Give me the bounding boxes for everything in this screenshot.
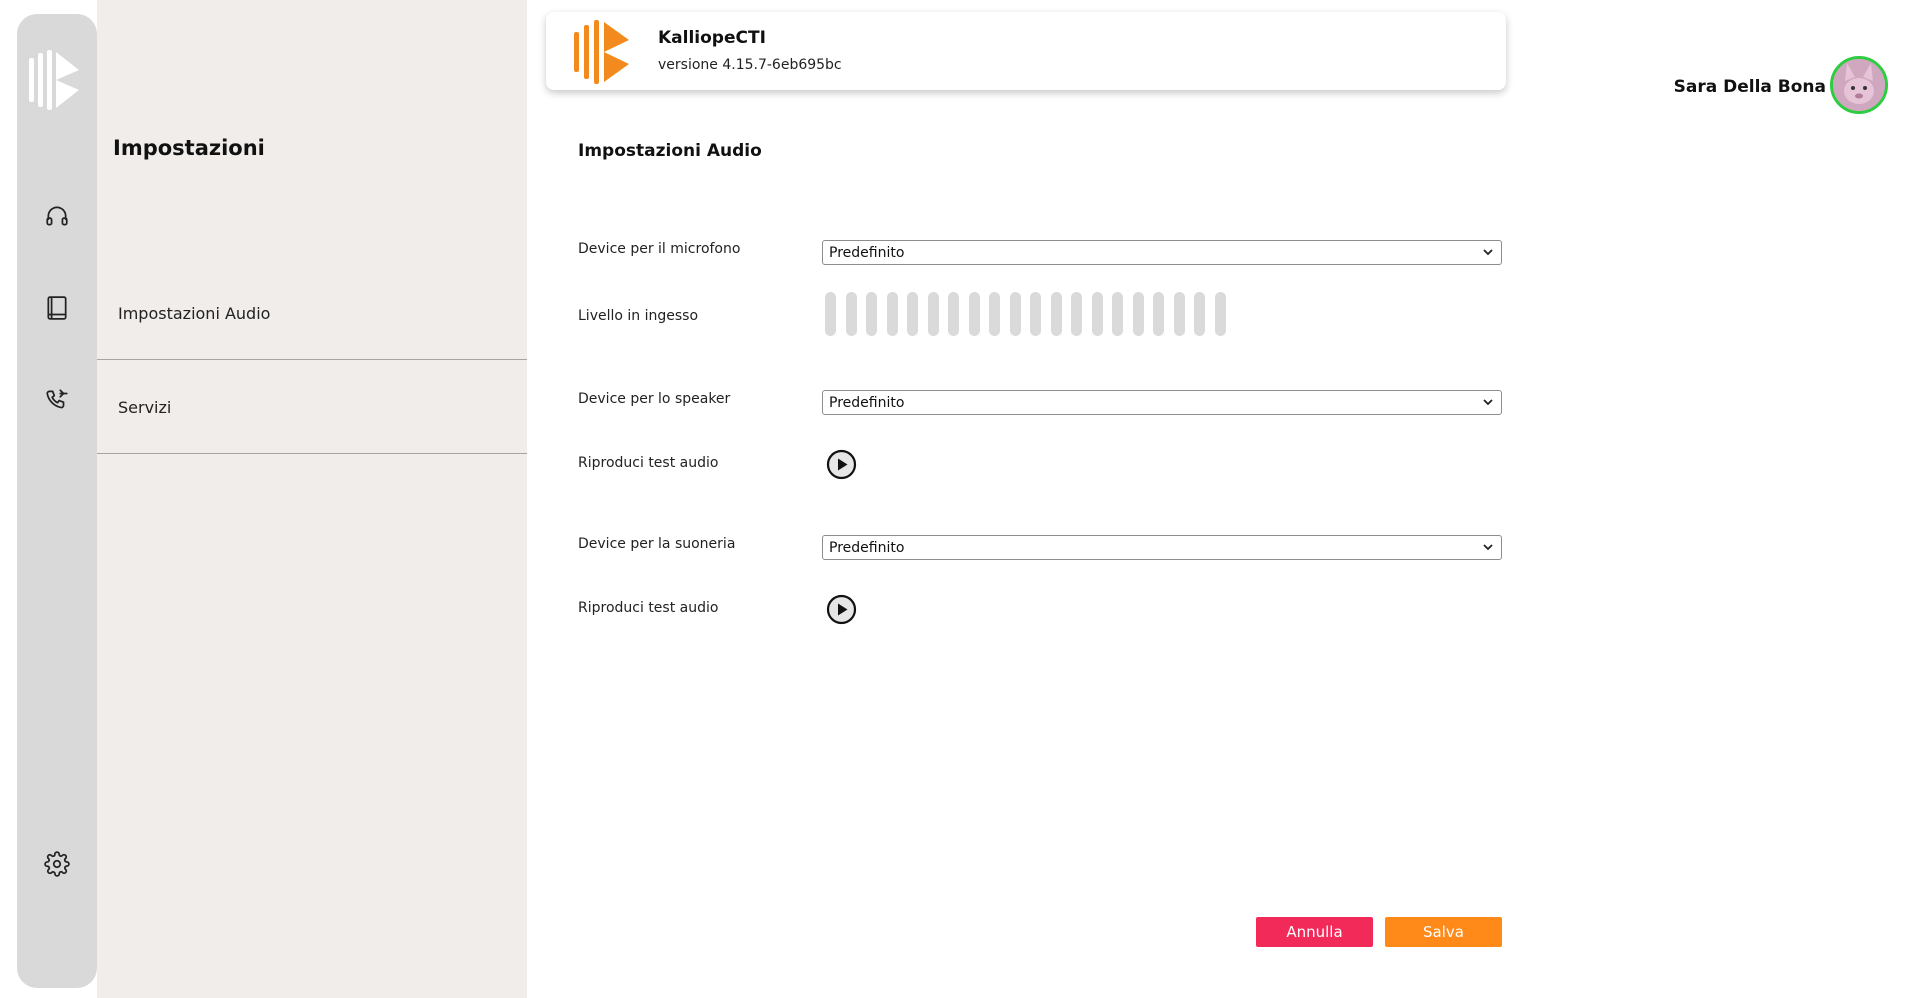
play-test-label: Riproduci test audio [578, 455, 719, 471]
level-bar [927, 292, 939, 336]
input-level-meter [825, 292, 1226, 336]
mic-device-label: Device per il microfono [578, 241, 741, 257]
level-bar [1112, 292, 1123, 336]
level-bar [845, 292, 857, 336]
level-bar [1030, 292, 1041, 336]
speaker-device-select[interactable]: Predefinito [822, 390, 1502, 415]
level-bar [1132, 292, 1144, 336]
panel-item-label: Servizi [118, 397, 172, 417]
rail-book-button[interactable] [37, 288, 77, 328]
speaker-device-label: Device per lo speaker [578, 391, 731, 407]
speaker-device-value: Predefinito [829, 394, 905, 411]
level-bar [1050, 292, 1062, 336]
cancel-button[interactable]: Annulla [1256, 917, 1373, 947]
chevron-down-icon [1483, 399, 1493, 406]
user-name: Sara Della Bona [1673, 77, 1826, 97]
level-bar [825, 292, 836, 336]
level-bar [948, 292, 959, 336]
kalliope-brand-logo-icon [574, 20, 629, 84]
play-ringer-test-button[interactable] [826, 594, 857, 625]
mic-device-value: Predefinito [829, 244, 905, 261]
book-icon [47, 296, 67, 320]
level-bar [968, 292, 980, 336]
avatar[interactable] [1830, 56, 1888, 114]
level-bar [1009, 292, 1021, 336]
level-bar [866, 292, 877, 336]
panel-item-audio-settings[interactable]: Impostazioni Audio [97, 267, 527, 360]
panel-item-services[interactable]: Servizi [97, 361, 527, 454]
rail-headset-button[interactable] [37, 196, 77, 236]
panel-item-label: Impostazioni Audio [118, 303, 271, 323]
play-speaker-test-button[interactable] [826, 449, 857, 480]
phone-transfer-icon [46, 389, 68, 409]
level-bar [989, 292, 1000, 336]
rail-calls-button[interactable] [37, 380, 77, 420]
avatar-image-icon [1833, 59, 1885, 111]
input-level-label: Livello in ingesso [578, 308, 699, 324]
chevron-down-icon [1483, 544, 1493, 551]
kalliope-logo-icon [29, 50, 79, 110]
app-info-card: KalliopeCTI versione 4.15.7-6eb695bc [546, 12, 1506, 90]
section-title: Impostazioni Audio [578, 141, 762, 161]
level-bar [1071, 292, 1082, 336]
ringer-device-label: Device per la suoneria [578, 536, 736, 552]
level-bar [1173, 292, 1185, 336]
mic-device-select[interactable]: Predefinito [822, 240, 1502, 265]
headset-icon [46, 206, 68, 226]
play-test-label: Riproduci test audio [578, 600, 719, 616]
settings-panel: Impostazioni Impostazioni Audio Servizi [97, 0, 527, 998]
gear-icon [44, 851, 70, 877]
ringer-device-select[interactable]: Predefinito [822, 535, 1502, 560]
level-bar [1214, 292, 1226, 336]
save-button[interactable]: Salva [1385, 917, 1502, 947]
nav-rail [17, 14, 97, 988]
ringer-device-value: Predefinito [829, 539, 905, 556]
level-bar [1153, 292, 1164, 336]
level-bar [1091, 292, 1103, 336]
panel-title: Impostazioni [113, 136, 265, 160]
level-bar [1194, 292, 1205, 336]
app-name: KalliopeCTI [658, 28, 766, 48]
level-bar [907, 292, 918, 336]
app-version: versione 4.15.7-6eb695bc [658, 57, 842, 73]
level-bar [886, 292, 898, 336]
chevron-down-icon [1483, 249, 1493, 256]
rail-settings-button[interactable] [37, 844, 77, 884]
